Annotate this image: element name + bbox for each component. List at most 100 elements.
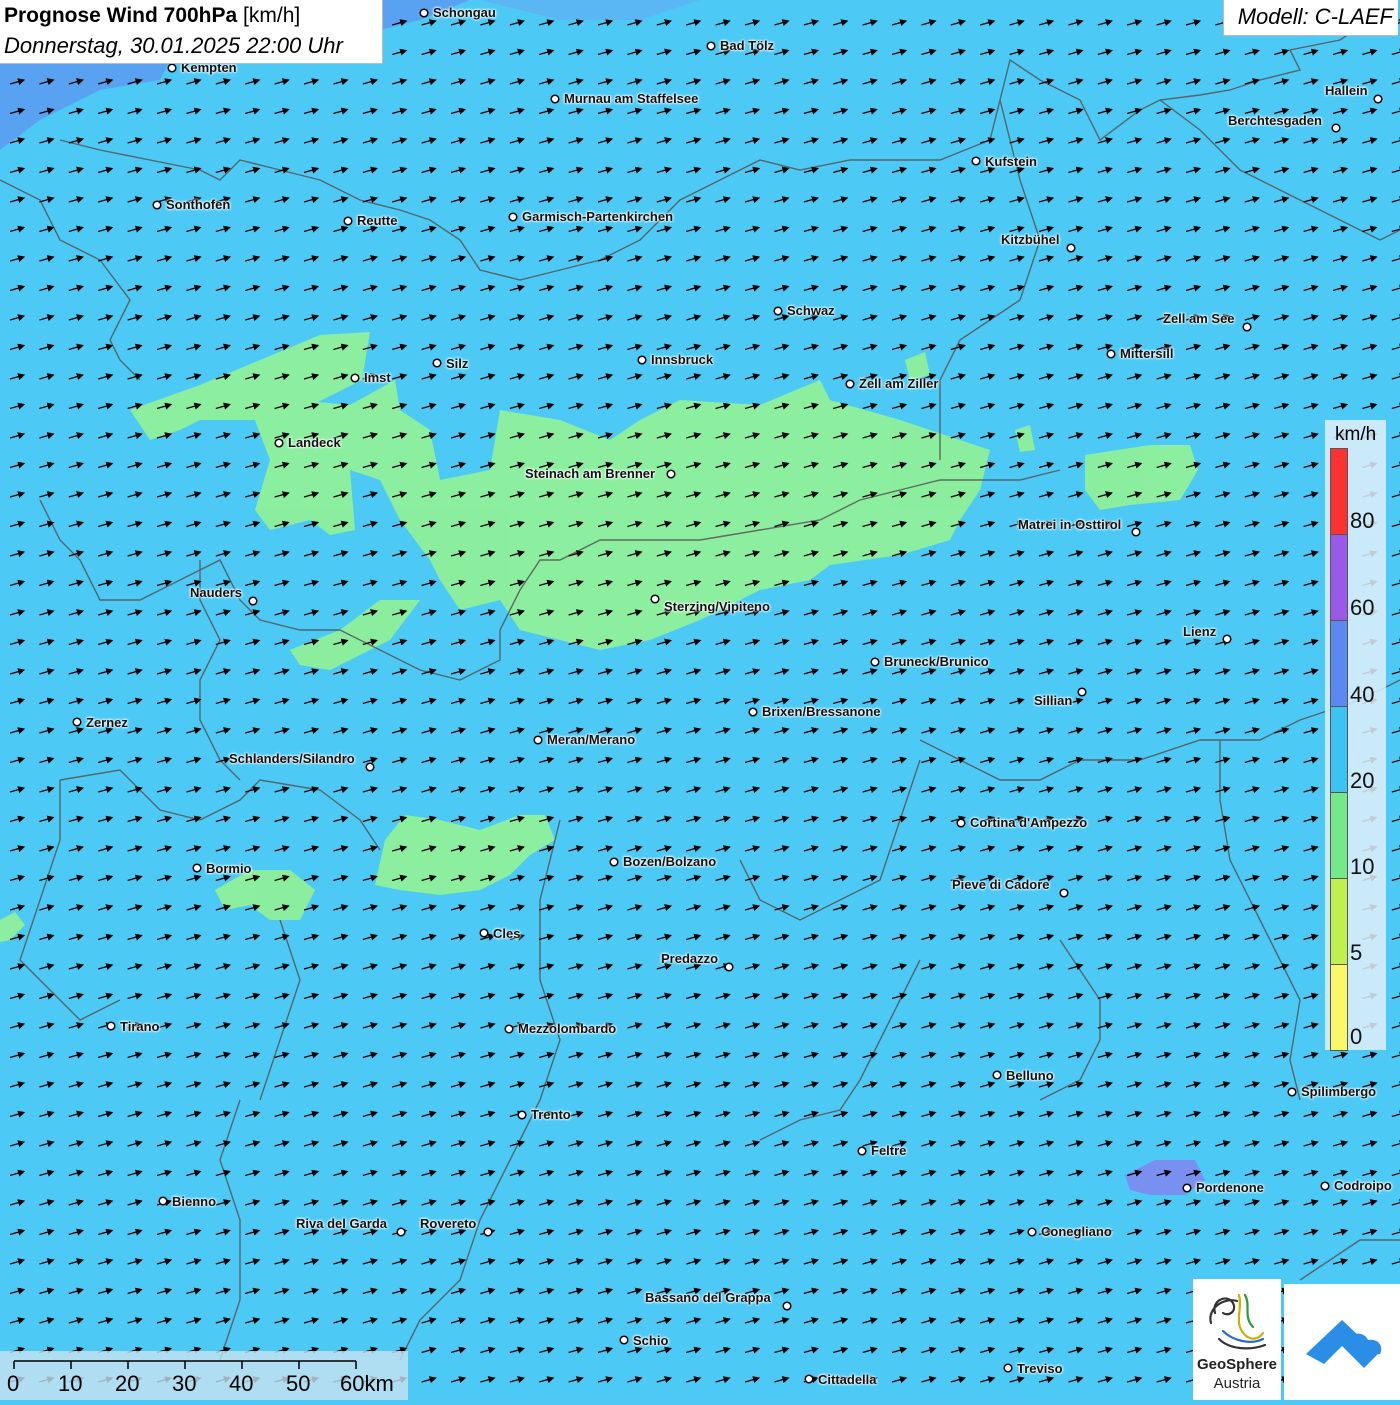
city-dot bbox=[1106, 349, 1116, 359]
city-label: Bormio bbox=[206, 861, 252, 876]
map-title-main: Prognose Wind 700hPa bbox=[4, 4, 238, 27]
city-label: Mezzolombardo bbox=[518, 1021, 617, 1036]
city-label: Sillian bbox=[1034, 693, 1073, 708]
city-label: Lienz bbox=[1183, 624, 1217, 639]
city-dot bbox=[396, 1227, 406, 1237]
city-label: Berchtesgaden bbox=[1228, 113, 1322, 128]
city-dot bbox=[637, 355, 647, 365]
legend-swatch bbox=[1330, 620, 1348, 707]
city-label: Meran/Merano bbox=[547, 732, 636, 747]
city-label: Zell am See bbox=[1163, 311, 1235, 326]
city-dot bbox=[748, 707, 758, 717]
city-label: Kufstein bbox=[985, 154, 1037, 169]
city-dot bbox=[650, 594, 660, 604]
city-dot bbox=[857, 1146, 867, 1156]
scale-label-0: 0 bbox=[7, 1371, 20, 1396]
app-logo[interactable] bbox=[1284, 1284, 1400, 1400]
forecast-datetime: Donnerstag, 30.01.2025 22:00 Uhr bbox=[4, 33, 343, 58]
city-label: Zell am Ziller bbox=[859, 376, 939, 391]
city-label: Brixen/Bressanone bbox=[762, 704, 881, 719]
city-dot bbox=[508, 212, 518, 222]
scale-label-10: 10 bbox=[58, 1371, 83, 1396]
model-box: Modell: C-LAEF bbox=[1223, 0, 1398, 36]
city-label: Sterzing/Vipiteno bbox=[664, 599, 770, 614]
city-label: Bozen/Bolzano bbox=[623, 854, 717, 869]
city-label: Codroipo bbox=[1334, 1178, 1392, 1193]
city-label: Feltre bbox=[871, 1143, 907, 1158]
logo-line1: GeoSphere bbox=[1196, 1356, 1278, 1373]
city-dot bbox=[550, 94, 560, 104]
city-label: Predazzo bbox=[661, 951, 719, 966]
city-dot bbox=[1027, 1227, 1037, 1237]
city-label: Cortina d'Ampezzo bbox=[970, 815, 1088, 830]
city-dot bbox=[1242, 322, 1252, 332]
color-legend: km/h 80 60 40 20 10 5 0 bbox=[1325, 420, 1386, 1051]
geosphere-logo[interactable]: GeoSphere Austria bbox=[1193, 1279, 1281, 1400]
city-dot bbox=[609, 857, 619, 867]
legend-label: 0 bbox=[1350, 1024, 1363, 1049]
city-dot bbox=[479, 928, 489, 938]
legend-unit: km/h bbox=[1335, 424, 1377, 445]
city-dot bbox=[1320, 1181, 1330, 1191]
city-dot bbox=[533, 735, 543, 745]
city-dot bbox=[619, 1335, 629, 1345]
geosphere-swirl-icon bbox=[1209, 1293, 1267, 1350]
city-dot bbox=[72, 717, 82, 727]
city-label: Reutte bbox=[357, 213, 398, 228]
cloud-arrow-icon bbox=[1306, 1320, 1382, 1368]
city-label: Schio bbox=[633, 1333, 669, 1348]
city-label: Kitzbühel bbox=[1001, 232, 1060, 247]
city-dot bbox=[1131, 527, 1141, 537]
city-label: Cittadella bbox=[818, 1372, 877, 1387]
city-dot bbox=[274, 438, 284, 448]
legend-swatch bbox=[1330, 878, 1348, 965]
city-dot bbox=[1077, 687, 1087, 697]
city-label: Riva del Garda bbox=[296, 1216, 388, 1231]
city-dot bbox=[365, 762, 375, 772]
city-label: Cles bbox=[493, 926, 521, 941]
city-label: Schongau bbox=[433, 5, 496, 20]
city-dot bbox=[870, 657, 880, 667]
city-dot bbox=[782, 1301, 792, 1311]
legend-label: 60 bbox=[1350, 595, 1375, 620]
city-label: Pordenone bbox=[1196, 1180, 1264, 1195]
legend-swatch bbox=[1330, 534, 1348, 621]
map-title-unit: [km/h] bbox=[243, 4, 301, 27]
city-dot bbox=[971, 156, 981, 166]
city-dot bbox=[517, 1110, 527, 1120]
city-label: Bruneck/Brunico bbox=[884, 654, 989, 669]
city-dot bbox=[158, 1196, 168, 1206]
legend-swatch bbox=[1330, 448, 1348, 535]
city-dot bbox=[1373, 94, 1383, 104]
city-dot bbox=[343, 216, 353, 226]
legend-label: 5 bbox=[1350, 940, 1363, 965]
city-label: Bienno bbox=[172, 1194, 217, 1209]
scale-label-60: 60km bbox=[340, 1371, 394, 1396]
city-dot bbox=[773, 306, 783, 316]
city-dot bbox=[992, 1070, 1002, 1080]
city-label: Steinach am Brenner bbox=[525, 466, 656, 481]
city-dot bbox=[350, 373, 360, 383]
city-label: Imst bbox=[364, 370, 391, 385]
model-name: Modell: C-LAEF bbox=[1237, 4, 1393, 29]
city-label: Treviso bbox=[1017, 1361, 1063, 1376]
city-label: Spilimbergo bbox=[1301, 1084, 1377, 1099]
city-label: Murnau am Staffelsee bbox=[564, 91, 699, 106]
city-label: Schlanders/Silandro bbox=[229, 751, 355, 766]
city-dot bbox=[1066, 243, 1076, 253]
scale-label-50: 50 bbox=[286, 1371, 311, 1396]
city-label: Schwaz bbox=[787, 303, 835, 318]
city-label: Trento bbox=[531, 1107, 571, 1122]
city-label: Matrei in Osttirol bbox=[1018, 517, 1122, 532]
city-dot bbox=[504, 1024, 514, 1034]
legend-swatch bbox=[1330, 792, 1348, 879]
city-dot bbox=[724, 962, 734, 972]
city-dot bbox=[804, 1374, 814, 1384]
legend-swatch bbox=[1330, 964, 1348, 1051]
city-dot bbox=[152, 200, 162, 210]
city-label: Sonthofen bbox=[166, 197, 231, 212]
city-label: Conegliano bbox=[1041, 1224, 1112, 1239]
city-label: Belluno bbox=[1006, 1068, 1054, 1083]
city-label: Innsbruck bbox=[651, 352, 714, 367]
city-label: Garmisch-Partenkirchen bbox=[522, 209, 674, 224]
